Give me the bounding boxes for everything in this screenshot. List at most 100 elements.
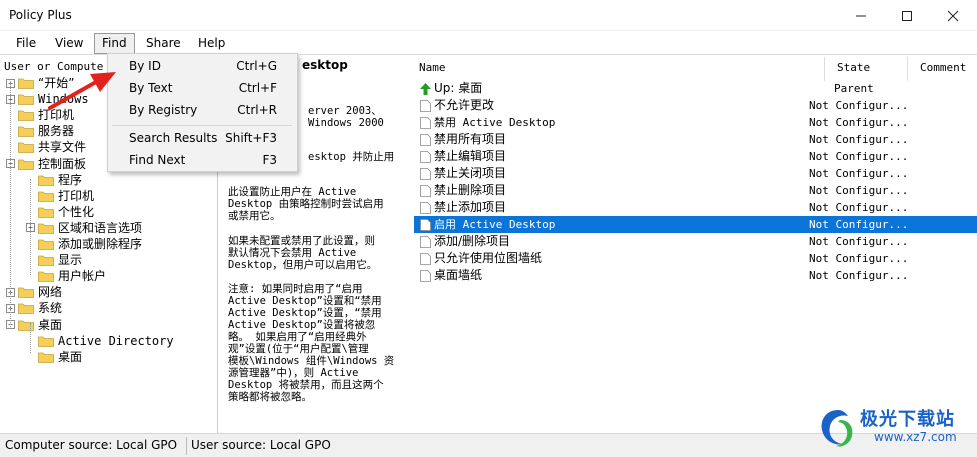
tree-node[interactable]: − 控制面板 xyxy=(6,156,86,172)
policy-state: Not Configur... xyxy=(809,269,909,282)
folder-icon xyxy=(18,126,34,138)
policy-state: Not Configur... xyxy=(809,150,909,163)
tree-node[interactable]: + “开始” xyxy=(6,75,74,91)
folder-icon xyxy=(18,78,34,89)
minimize-button[interactable] xyxy=(838,0,884,31)
tree-node[interactable]: 桌面 xyxy=(26,349,82,365)
menu-share[interactable]: Share xyxy=(139,33,188,54)
desc-paragraph-3: 注意: 如果同时启用了“启用 Active Desktop”设置和“禁用 Act… xyxy=(228,283,395,403)
menu-help[interactable]: Help xyxy=(191,33,232,54)
policy-name: 启用 Active Desktop xyxy=(434,218,556,231)
find-search-results-item[interactable]: Search Results Shift+F3 xyxy=(108,127,297,149)
tree-guide-line xyxy=(30,179,31,275)
policy-document-icon xyxy=(420,168,431,180)
folder-icon xyxy=(18,303,34,315)
column-divider[interactable] xyxy=(824,57,825,81)
menu-item-shortcut: F3 xyxy=(262,153,277,167)
list-up-row[interactable]: Up: 桌面 Parent xyxy=(414,80,977,97)
policy-heading: esktop xyxy=(302,58,348,72)
policy-document-icon xyxy=(420,219,431,231)
folder-icon xyxy=(38,239,54,250)
policy-document-icon xyxy=(420,253,431,265)
policy-row[interactable]: 禁止删除项目 Not Configur... xyxy=(414,182,977,199)
tree-node[interactable]: 个性化 xyxy=(26,204,94,220)
menu-item-shortcut: Ctrl+R xyxy=(237,103,277,117)
policy-row[interactable]: 启用 Active Desktop Not Configur... xyxy=(414,216,977,233)
policy-document-icon xyxy=(420,134,431,146)
tree-node[interactable]: 共享文件 xyxy=(6,139,86,155)
policy-row[interactable]: 禁止添加项目 Not Configur... xyxy=(414,199,977,216)
watermark-logo-icon xyxy=(821,410,853,447)
tree-node[interactable]: + Windows xyxy=(6,91,89,107)
tree-node[interactable]: + 区域和语言选项 xyxy=(26,220,142,236)
menu-item-label: Search Results xyxy=(129,131,218,145)
policy-list[interactable]: Name State Comment Up: 桌面 Parent 不允许更改 No… xyxy=(414,55,977,433)
tree-node-label: 打印机 xyxy=(38,108,75,123)
find-next-item[interactable]: Find Next F3 xyxy=(108,149,297,171)
tree-node-label: 程序 xyxy=(58,172,83,187)
column-name-header[interactable]: Name xyxy=(419,61,446,74)
tree-node[interactable]: 打印机 xyxy=(26,188,94,204)
policy-row[interactable]: 不允许更改 Not Configur... xyxy=(414,97,977,114)
folder-icon xyxy=(38,207,54,218)
policy-document-icon xyxy=(420,202,431,214)
up-row-state: Parent xyxy=(834,82,874,95)
watermark: 极光下载站 www.xz7.com xyxy=(818,404,974,452)
tree-guide-line xyxy=(30,323,31,353)
policy-document-icon xyxy=(420,100,431,112)
folder-icon xyxy=(18,159,34,170)
tree-node[interactable]: 用户帐户 xyxy=(26,268,106,284)
menu-file[interactable]: File xyxy=(9,33,43,54)
maximize-icon xyxy=(902,10,912,21)
desc-fragment-1: erver 2003、 xyxy=(308,105,382,117)
policy-state: Not Configur... xyxy=(809,235,909,248)
user-source-status: User source: Local GPO xyxy=(191,438,331,452)
minimize-icon xyxy=(856,15,866,16)
menu-view[interactable]: View xyxy=(48,33,90,54)
status-divider xyxy=(186,437,187,455)
policy-row[interactable]: 禁止关闭项目 Not Configur... xyxy=(414,165,977,182)
policy-name: 禁用所有项目 xyxy=(434,132,507,146)
tree-node[interactable]: Active Directory xyxy=(26,333,174,349)
tree-node[interactable]: 服务器 xyxy=(6,123,74,139)
policy-row[interactable]: 禁用 Active Desktop Not Configur... xyxy=(414,114,977,131)
menu-item-label: By Text xyxy=(129,81,173,95)
tree-node[interactable]: 显示 xyxy=(26,252,82,268)
policy-row[interactable]: 禁止编辑项目 Not Configur... xyxy=(414,148,977,165)
desc-fragment-3: esktop 并防止用 xyxy=(308,151,395,163)
column-divider[interactable] xyxy=(907,57,908,81)
policy-state: Not Configur... xyxy=(809,218,909,231)
find-menu-dropdown: By ID Ctrl+G By Text Ctrl+F By Registry … xyxy=(107,53,298,172)
policy-row[interactable]: 桌面墙纸 Not Configur... xyxy=(414,267,977,284)
policy-row[interactable]: 只允许使用位图墙纸 Not Configur... xyxy=(414,250,977,267)
column-comment-header[interactable]: Comment xyxy=(920,61,966,74)
maximize-button[interactable] xyxy=(884,0,930,31)
policy-state: Not Configur... xyxy=(809,201,909,214)
desc-fragment-2: Windows 2000 xyxy=(308,117,384,129)
tree-node-label: 添加或删除程序 xyxy=(58,237,143,251)
close-button[interactable] xyxy=(930,0,976,31)
policy-document-icon xyxy=(420,151,431,163)
policy-name: 禁止编辑项目 xyxy=(434,149,507,163)
folder-icon xyxy=(18,287,34,299)
tree-node[interactable]: 打印机 xyxy=(6,107,74,123)
tree-node[interactable]: 程序 xyxy=(26,172,82,188)
column-state-header[interactable]: State xyxy=(837,61,870,74)
policy-document-icon xyxy=(420,236,431,248)
find-by-registry-item[interactable]: By Registry Ctrl+R xyxy=(108,99,297,121)
title-bar: Policy Plus xyxy=(0,0,977,31)
policy-row[interactable]: 禁用所有项目 Not Configur... xyxy=(414,131,977,148)
tree-node[interactable]: 添加或删除程序 xyxy=(26,236,142,252)
tree-node[interactable]: + 网络 xyxy=(6,284,62,300)
tree-node[interactable]: + 系统 xyxy=(6,300,62,316)
policy-name: 禁止删除项目 xyxy=(434,183,507,197)
tree-node-label: “开始” xyxy=(38,76,75,90)
find-by-id-item[interactable]: By ID Ctrl+G xyxy=(108,55,297,77)
folder-icon xyxy=(18,110,34,122)
policy-row[interactable]: 添加/删除项目 Not Configur... xyxy=(414,233,977,250)
tree-node[interactable]: − 桌面 xyxy=(6,317,62,333)
menu-find[interactable]: Find xyxy=(94,33,135,54)
find-by-text-item[interactable]: By Text Ctrl+F xyxy=(108,77,297,99)
tree-node-label: 网络 xyxy=(38,285,63,300)
